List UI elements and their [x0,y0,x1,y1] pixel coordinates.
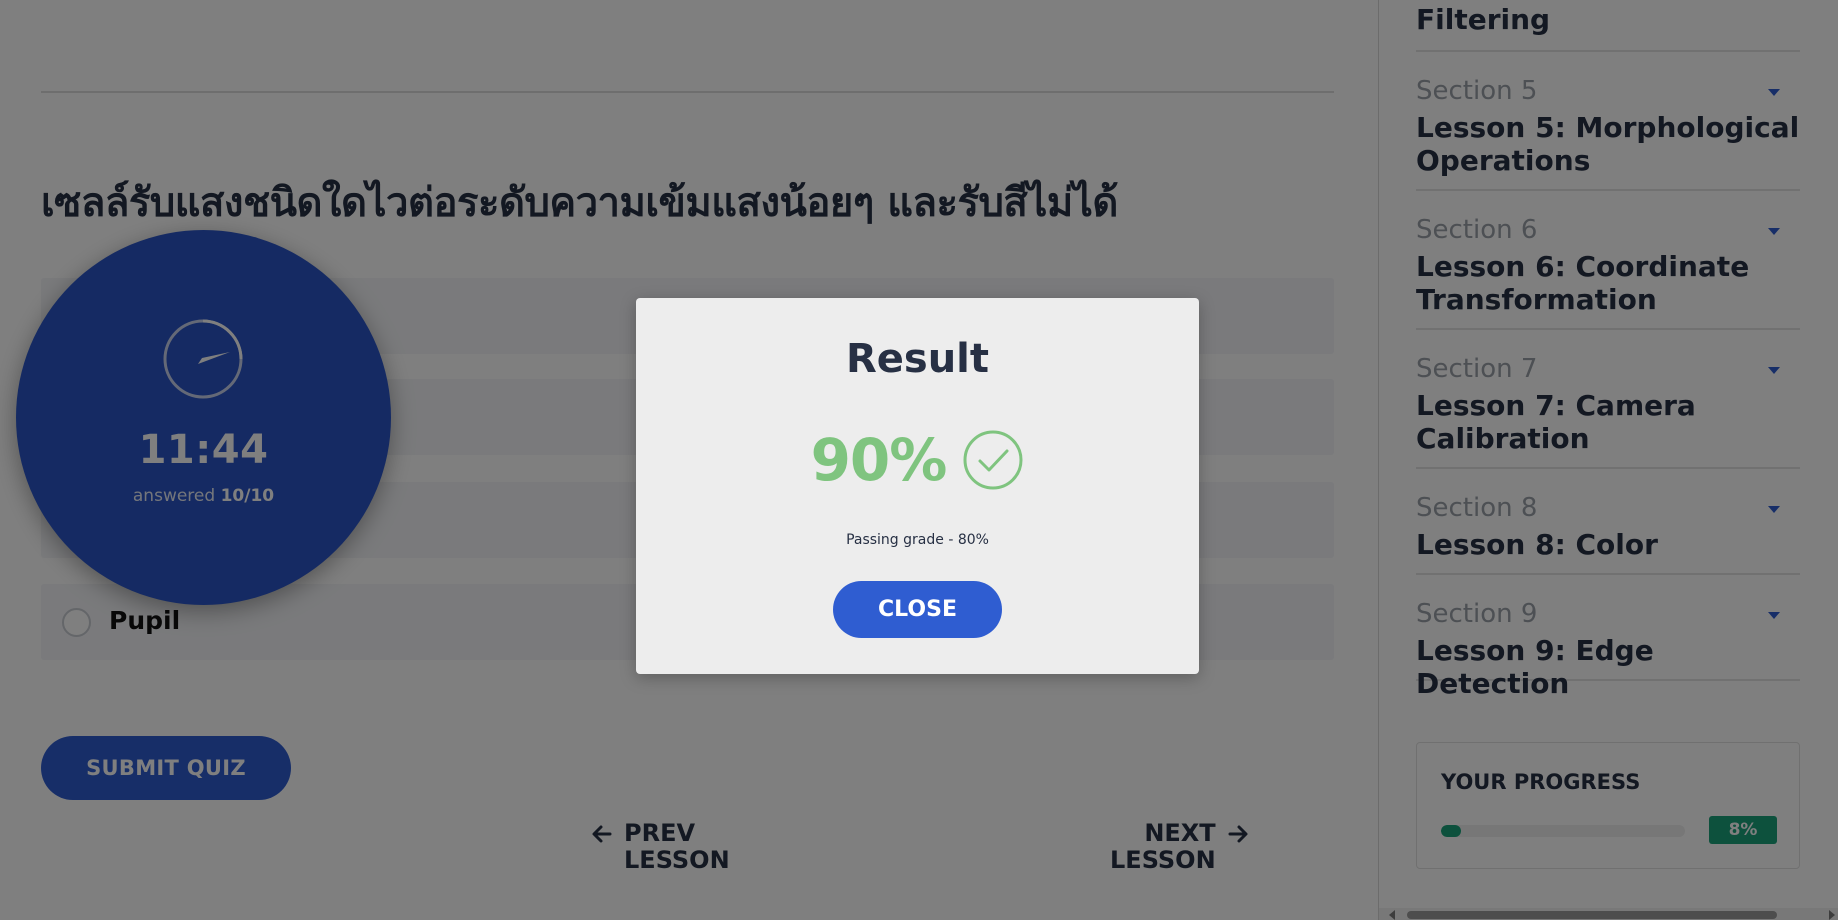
score-value: 90% [810,426,948,494]
passing-grade-text: Passing grade - 80% [846,532,989,548]
check-circle-icon [963,430,1023,490]
dialog-title: Result [845,336,990,382]
score-row: 90% [636,426,1199,494]
close-button[interactable]: CLOSE [833,581,1002,638]
result-dialog: Result 90% Passing grade - 80% CLOSE [636,298,1199,674]
